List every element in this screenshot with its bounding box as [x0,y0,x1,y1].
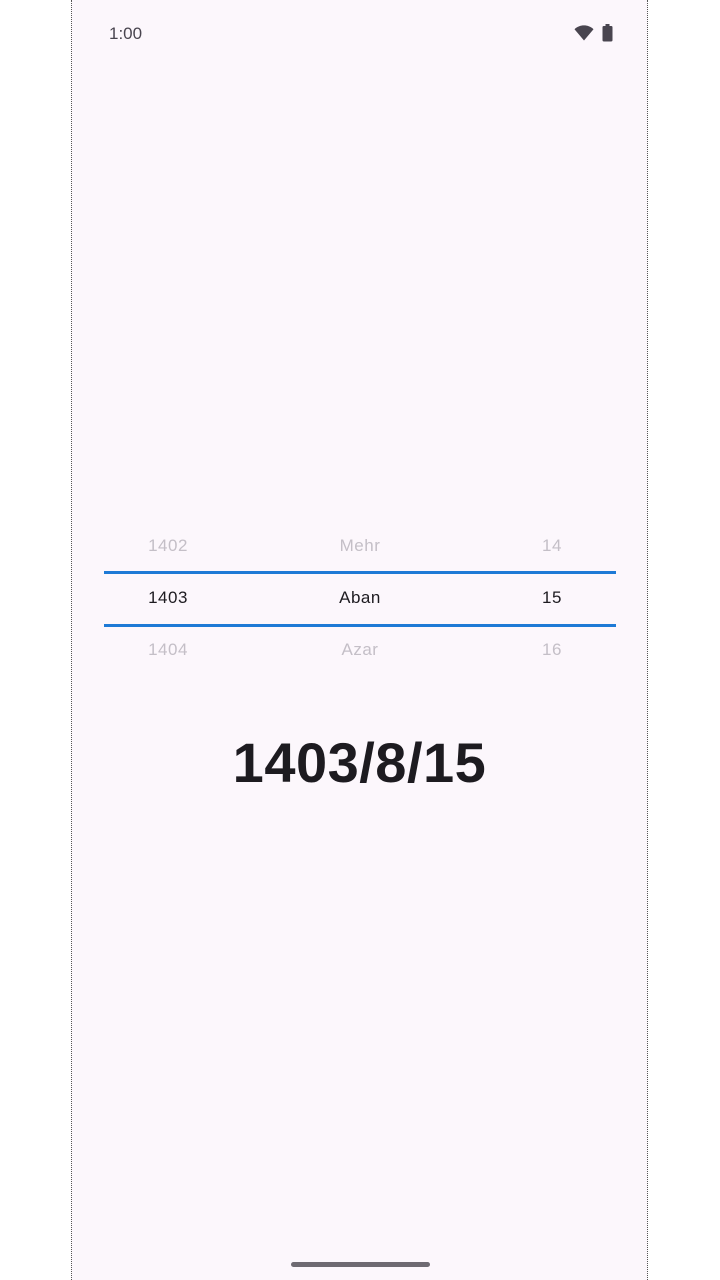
picker-row-previous: 1402 Mehr 14 [104,520,616,572]
status-time: 1:00 [109,24,143,43]
day-option-previous[interactable]: 14 [492,520,612,572]
battery-icon [602,24,613,42]
home-indicator[interactable] [291,1262,430,1267]
date-picker: 1402 Mehr 14 1403 Aban 15 1404 Azar 16 [104,520,616,676]
picker-row-next: 1404 Azar 16 [104,624,616,676]
app-screen: 1:00 1402 Mehr 14 1403 Aban 15 1404 Azar… [71,0,648,1280]
wifi-icon [574,25,594,41]
year-option-next[interactable]: 1404 [108,624,228,676]
month-option-selected[interactable]: Aban [300,572,420,624]
year-option-selected[interactable]: 1403 [108,572,228,624]
day-option-next[interactable]: 16 [492,624,612,676]
picker-row-selected: 1403 Aban 15 [104,572,616,624]
day-option-selected[interactable]: 15 [492,572,612,624]
status-bar: 1:00 [72,0,647,68]
month-option-next[interactable]: Azar [300,624,420,676]
selected-date-display: 1403/8/15 [232,731,487,794]
year-option-previous[interactable]: 1402 [108,520,228,572]
status-icons [574,24,613,42]
month-option-previous[interactable]: Mehr [300,520,420,572]
